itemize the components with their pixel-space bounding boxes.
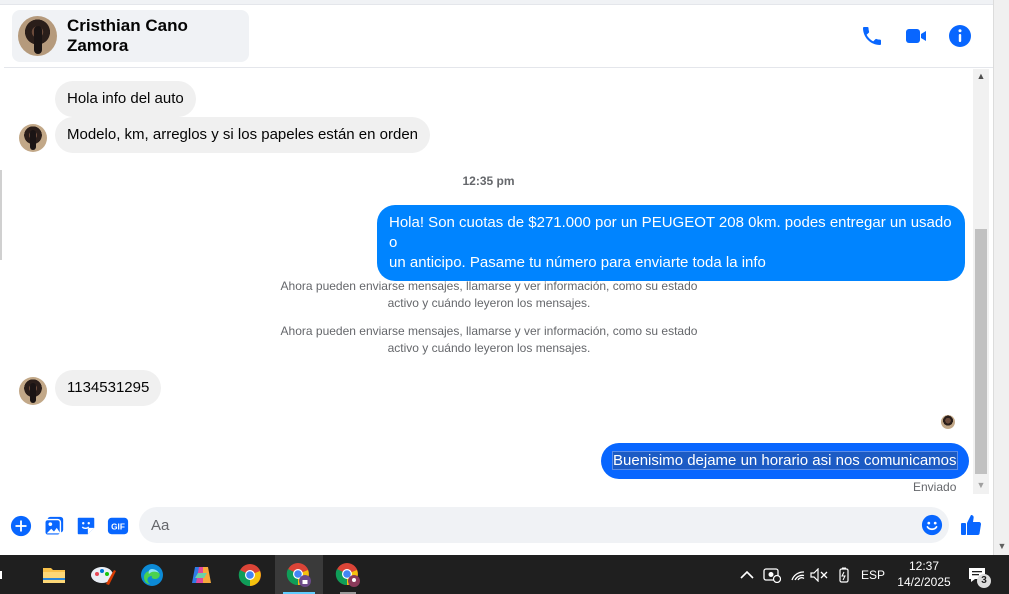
emoji-icon[interactable] xyxy=(921,514,943,536)
photo-icon[interactable] xyxy=(43,515,65,537)
system-clock[interactable]: 12:37 14/2/2025 xyxy=(892,558,956,590)
contact-avatar[interactable] xyxy=(18,16,57,56)
windows-taskbar: ESP 12:37 14/2/2025 xyxy=(0,555,1009,594)
info-icon[interactable] xyxy=(948,24,972,48)
notice-line: Ahora pueden enviarse mensajes, llamarse… xyxy=(280,279,698,293)
volume-muted-icon[interactable] xyxy=(809,555,829,594)
wifi-icon[interactable] xyxy=(788,555,808,594)
window-scroll-strip: ▼ xyxy=(993,0,1009,555)
message-line: Hola! Son cuotas de $271.000 por un PEUG… xyxy=(389,214,952,251)
sticker-icon[interactable] xyxy=(75,515,97,537)
video-call-icon[interactable] xyxy=(904,24,928,48)
clock-date: 14/2/2025 xyxy=(897,575,951,589)
device-tray-icon[interactable] xyxy=(761,555,783,594)
window-top-edge xyxy=(0,0,993,5)
language-indicator[interactable]: ESP xyxy=(858,555,888,594)
incoming-message[interactable]: 1134531295 xyxy=(55,370,162,406)
sender-avatar[interactable] xyxy=(19,124,47,152)
composer-bar: GIF xyxy=(4,497,993,555)
timestamp: 12:35 pm xyxy=(462,174,515,188)
paint-app-icon[interactable] xyxy=(79,555,127,594)
file-explorer-icon[interactable] xyxy=(30,555,78,594)
edge-browser-icon[interactable] xyxy=(128,555,176,594)
phone-icon[interactable] xyxy=(860,24,884,48)
notification-count-badge: 3 xyxy=(977,574,991,588)
contact-name[interactable]: Cristhian Cano Zamora xyxy=(67,16,249,56)
outgoing-message[interactable]: Buenisimo dejame un horario asi nos comu… xyxy=(601,443,969,479)
chrome-browser-icon[interactable] xyxy=(226,555,274,594)
like-icon[interactable] xyxy=(959,513,983,537)
scroll-down-arrow-icon[interactable]: ▼ xyxy=(973,480,989,492)
gif-label: GIF xyxy=(111,523,125,532)
scroll-up-arrow-icon[interactable]: ▲ xyxy=(973,71,989,83)
incoming-message[interactable]: Hola info del auto xyxy=(55,81,196,117)
chat-header: Cristhian Cano Zamora xyxy=(4,6,993,68)
messenger-window: Cristhian Cano Zamora Hola info del auto… xyxy=(0,0,1009,555)
message-text: Buenisimo dejame un horario asi nos comu… xyxy=(612,451,958,470)
incoming-message[interactable]: Modelo, km, arreglos y si los papeles es… xyxy=(55,117,431,153)
notice-line: Ahora pueden enviarse mensajes, llamarse… xyxy=(280,324,698,338)
sent-status: Enviado xyxy=(913,480,957,494)
message-scrollbar[interactable]: ▲ ▼ xyxy=(973,69,989,494)
copilot-app-icon[interactable] xyxy=(177,555,225,594)
scroll-thumb[interactable] xyxy=(975,229,987,474)
outgoing-message[interactable]: Hola! Son cuotas de $271.000 por un PEUG… xyxy=(377,205,965,281)
message-input-box[interactable] xyxy=(139,507,949,543)
task-view-icon[interactable] xyxy=(0,555,12,594)
seen-avatar xyxy=(941,415,955,429)
notice-line: activo y cuándo leyeron los mensajes. xyxy=(387,296,591,310)
clock-time: 12:37 xyxy=(908,559,940,573)
plus-icon[interactable] xyxy=(10,515,32,537)
contact-card[interactable]: Cristhian Cano Zamora xyxy=(12,10,249,62)
chrome-profile-active-icon[interactable] xyxy=(275,555,323,594)
message-input[interactable] xyxy=(151,515,911,535)
system-notice: Ahora pueden enviarse mensajes, llamarse… xyxy=(264,323,714,357)
chrome-profile-2-icon[interactable] xyxy=(324,555,372,594)
system-notice: Ahora pueden enviarse mensajes, llamarse… xyxy=(264,278,714,312)
gif-icon[interactable]: GIF xyxy=(107,515,129,537)
show-hidden-icons-chevron-icon[interactable] xyxy=(738,555,756,594)
message-line: un anticipo. Pasame tu número para envia… xyxy=(389,254,766,271)
message-list[interactable]: Hola info del auto Modelo, km, arreglos … xyxy=(4,69,973,497)
battery-icon[interactable] xyxy=(834,555,854,594)
notice-line: activo y cuándo leyeron los mensajes. xyxy=(387,341,591,355)
window-left-edge xyxy=(0,170,2,260)
sender-avatar[interactable] xyxy=(19,377,47,405)
window-scroll-down-icon[interactable]: ▼ xyxy=(996,540,1008,552)
